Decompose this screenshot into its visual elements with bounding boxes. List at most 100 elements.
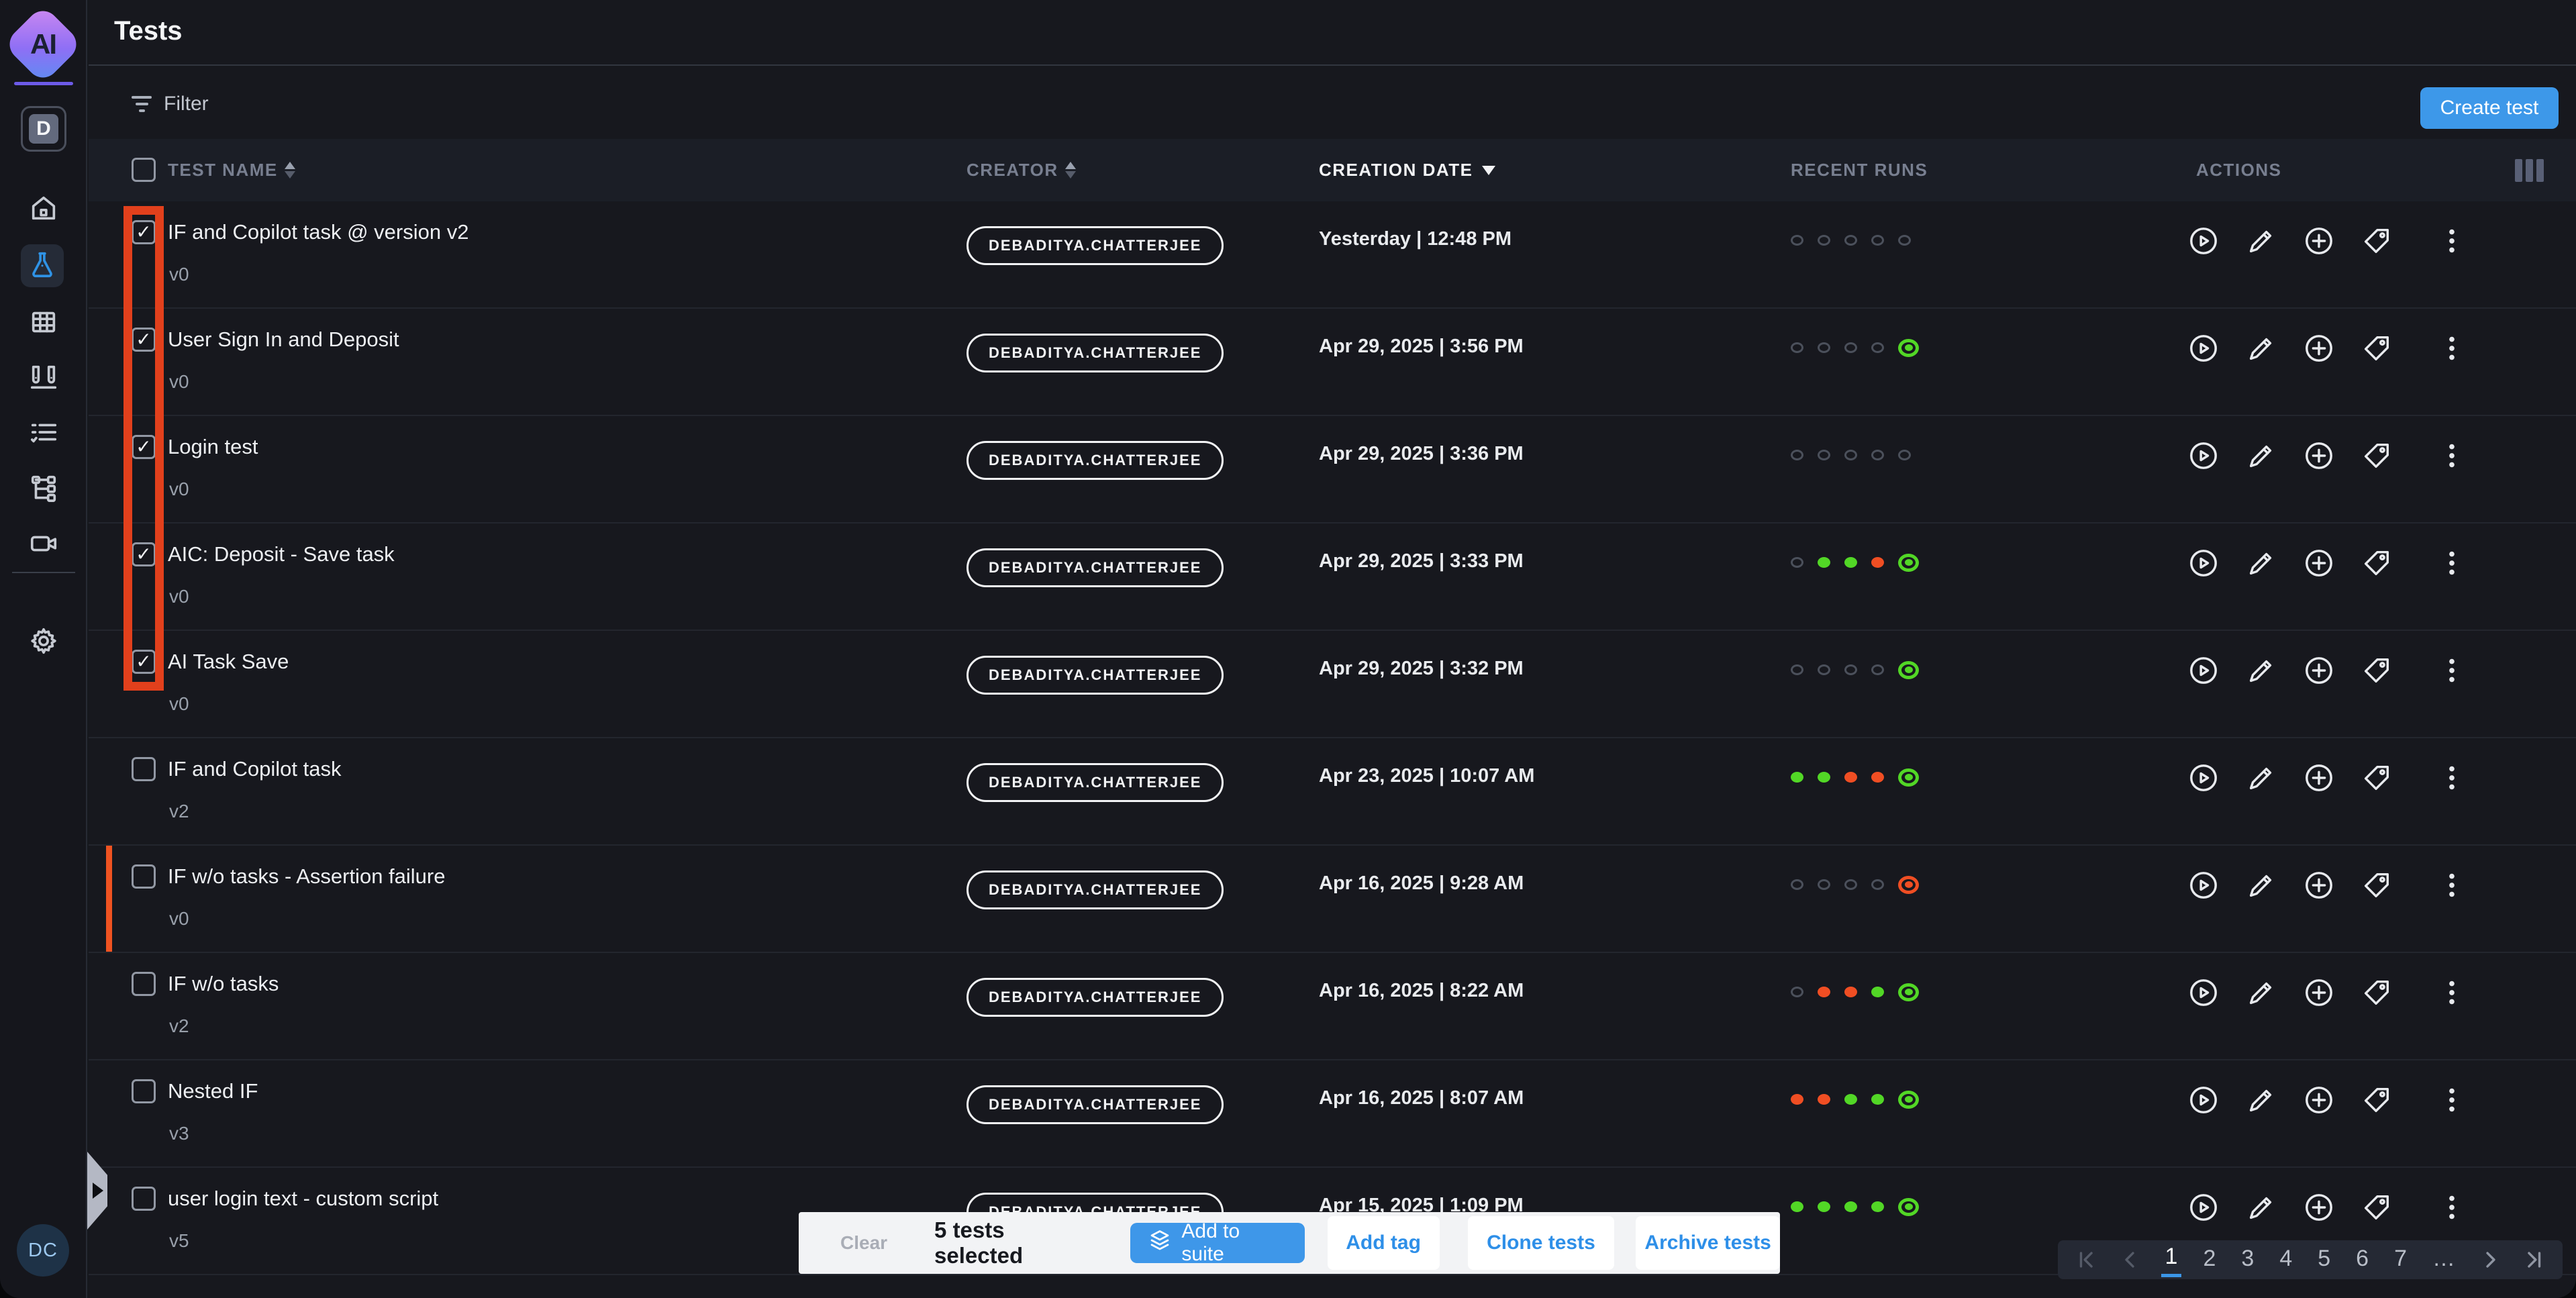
row-checkbox[interactable] xyxy=(132,972,156,996)
plus-circle-icon[interactable] xyxy=(2303,548,2334,579)
tag-icon[interactable] xyxy=(2361,1085,2392,1115)
run-status-green xyxy=(1818,772,1830,783)
pencil-icon[interactable] xyxy=(2246,333,2277,364)
plus-circle-icon[interactable] xyxy=(2303,333,2334,364)
tag-icon[interactable] xyxy=(2361,977,2392,1008)
kebab-menu-icon[interactable] xyxy=(2436,1085,2467,1115)
add-tag-button[interactable]: Add tag xyxy=(1328,1216,1440,1270)
pagination-page-1[interactable]: 1 xyxy=(2161,1242,2182,1277)
table-row[interactable]: AIC: Deposit - Save task v0 DEBADITYA.CH… xyxy=(89,523,2576,631)
previous-page-button[interactable] xyxy=(2118,1248,2141,1271)
row-checkbox[interactable] xyxy=(132,1187,156,1211)
column-creation-date[interactable]: CREATION DATE xyxy=(1319,139,1495,201)
plus-circle-icon[interactable] xyxy=(2303,655,2334,686)
pencil-icon[interactable] xyxy=(2246,870,2277,901)
play-circle-icon[interactable] xyxy=(2188,1192,2219,1223)
tag-icon[interactable] xyxy=(2361,333,2392,364)
workspace-avatar[interactable]: D xyxy=(21,106,66,152)
kebab-menu-icon[interactable] xyxy=(2436,870,2467,901)
column-settings-icon[interactable] xyxy=(2515,159,2544,182)
table-row[interactable]: IF and Copilot task @ version v2 v0 DEBA… xyxy=(89,201,2576,309)
pagination-page-4[interactable]: 4 xyxy=(2275,1244,2296,1276)
kebab-menu-icon[interactable] xyxy=(2436,333,2467,364)
filter-button[interactable]: Filter xyxy=(132,93,209,115)
last-page-button[interactable] xyxy=(2522,1248,2545,1271)
pagination-page-6[interactable]: 6 xyxy=(2352,1244,2373,1276)
sidebar-item-recordings[interactable] xyxy=(22,523,65,566)
play-circle-icon[interactable] xyxy=(2188,226,2219,256)
pagination-page-7[interactable]: 7 xyxy=(2390,1244,2411,1276)
pencil-icon[interactable] xyxy=(2246,977,2277,1008)
tag-icon[interactable] xyxy=(2361,440,2392,471)
plus-circle-icon[interactable] xyxy=(2303,226,2334,256)
pagination-page-5[interactable]: 5 xyxy=(2314,1244,2334,1276)
pagination-ellipsis[interactable]: … xyxy=(2428,1244,2459,1276)
user-avatar[interactable]: DC xyxy=(17,1224,69,1277)
play-circle-icon[interactable] xyxy=(2188,1085,2219,1115)
select-all-checkbox[interactable] xyxy=(132,158,156,182)
pagination-page-3[interactable]: 3 xyxy=(2237,1244,2258,1276)
pencil-icon[interactable] xyxy=(2246,655,2277,686)
table-row[interactable]: User Sign In and Deposit v0 DEBADITYA.CH… xyxy=(89,309,2576,416)
kebab-menu-icon[interactable] xyxy=(2436,977,2467,1008)
tag-icon[interactable] xyxy=(2361,870,2392,901)
kebab-menu-icon[interactable] xyxy=(2436,440,2467,471)
pencil-icon[interactable] xyxy=(2246,226,2277,256)
play-circle-icon[interactable] xyxy=(2188,762,2219,793)
plus-circle-icon[interactable] xyxy=(2303,870,2334,901)
table-row[interactable]: Nested IF v3 DEBADITYA.CHATTERJEE Apr 16… xyxy=(89,1060,2576,1168)
play-circle-icon[interactable] xyxy=(2188,333,2219,364)
archive-tests-button[interactable]: Archive tests xyxy=(1636,1216,1780,1270)
sidebar-item-settings[interactable] xyxy=(22,621,65,664)
play-circle-icon[interactable] xyxy=(2188,655,2219,686)
kebab-menu-icon[interactable] xyxy=(2436,226,2467,256)
clear-selection-button[interactable]: Clear xyxy=(840,1232,887,1254)
play-circle-icon[interactable] xyxy=(2188,870,2219,901)
plus-circle-icon[interactable] xyxy=(2303,440,2334,471)
next-page-button[interactable] xyxy=(2479,1248,2502,1271)
plus-circle-icon[interactable] xyxy=(2303,977,2334,1008)
kebab-menu-icon[interactable] xyxy=(2436,1192,2467,1223)
table-row[interactable]: AI Task Save v0 DEBADITYA.CHATTERJEE Apr… xyxy=(89,631,2576,738)
row-checkbox[interactable] xyxy=(132,864,156,889)
play-circle-icon[interactable] xyxy=(2188,548,2219,579)
kebab-menu-icon[interactable] xyxy=(2436,762,2467,793)
sidebar-item-home[interactable] xyxy=(22,188,65,231)
play-circle-icon[interactable] xyxy=(2188,440,2219,471)
pagination-page-2[interactable]: 2 xyxy=(2199,1244,2220,1276)
create-test-button[interactable]: Create test xyxy=(2420,87,2559,129)
pencil-icon[interactable] xyxy=(2246,440,2277,471)
column-creator[interactable]: CREATOR xyxy=(967,139,1076,201)
sidebar-item-test-tubes[interactable] xyxy=(22,357,65,400)
plus-circle-icon[interactable] xyxy=(2303,1192,2334,1223)
table-row[interactable]: Login test v0 DEBADITYA.CHATTERJEE Apr 2… xyxy=(89,416,2576,523)
tag-icon[interactable] xyxy=(2361,226,2392,256)
table-row[interactable]: IF w/o tasks v2 DEBADITYA.CHATTERJEE Apr… xyxy=(89,953,2576,1060)
pencil-icon[interactable] xyxy=(2246,762,2277,793)
sidebar-item-grid[interactable] xyxy=(22,302,65,345)
sidebar-item-tests[interactable] xyxy=(21,244,64,287)
kebab-menu-icon[interactable] xyxy=(2436,548,2467,579)
pencil-icon[interactable] xyxy=(2246,548,2277,579)
pencil-icon[interactable] xyxy=(2246,1192,2277,1223)
table-row[interactable]: IF and Copilot task v2 DEBADITYA.CHATTER… xyxy=(89,738,2576,846)
row-checkbox[interactable] xyxy=(132,1079,156,1103)
sidebar-item-checklist[interactable] xyxy=(22,412,65,455)
tag-icon[interactable] xyxy=(2361,1192,2392,1223)
run-status-orange xyxy=(1844,772,1857,783)
sidebar-item-flows[interactable] xyxy=(22,467,65,510)
column-test-name[interactable]: TEST NAME xyxy=(168,139,295,201)
row-checkbox[interactable] xyxy=(132,757,156,781)
add-to-suite-button[interactable]: Add to suite xyxy=(1130,1223,1304,1263)
clone-tests-button[interactable]: Clone tests xyxy=(1468,1216,1615,1270)
tag-icon[interactable] xyxy=(2361,762,2392,793)
plus-circle-icon[interactable] xyxy=(2303,762,2334,793)
first-page-button[interactable] xyxy=(2075,1248,2098,1271)
plus-circle-icon[interactable] xyxy=(2303,1085,2334,1115)
table-row[interactable]: IF w/o tasks - Assertion failure v0 DEBA… xyxy=(89,846,2576,953)
tag-icon[interactable] xyxy=(2361,655,2392,686)
tag-icon[interactable] xyxy=(2361,548,2392,579)
pencil-icon[interactable] xyxy=(2246,1085,2277,1115)
play-circle-icon[interactable] xyxy=(2188,977,2219,1008)
kebab-menu-icon[interactable] xyxy=(2436,655,2467,686)
